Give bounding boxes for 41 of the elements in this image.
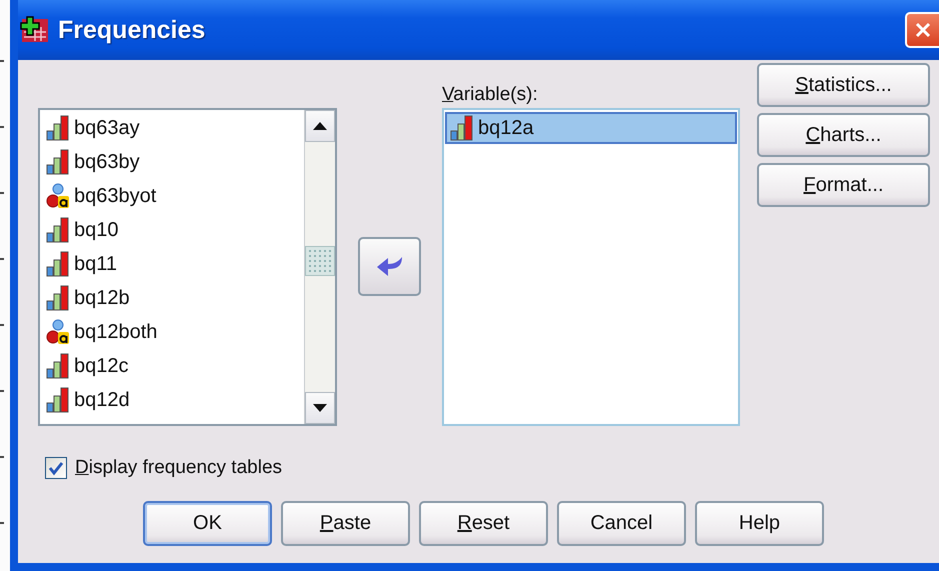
scale-variable-icon xyxy=(450,115,474,141)
scrollbar[interactable] xyxy=(304,110,335,424)
move-variable-button[interactable] xyxy=(358,237,421,296)
close-icon xyxy=(914,21,932,39)
variable-item[interactable]: bq12b xyxy=(41,282,303,314)
dialog-button[interactable]: Paste xyxy=(281,501,410,546)
scroll-up-icon[interactable] xyxy=(305,110,335,142)
scroll-down-icon[interactable] xyxy=(305,392,335,424)
scale-variable-icon xyxy=(46,251,70,277)
variable-item[interactable]: bq63ay xyxy=(41,112,303,144)
dialog-button[interactable]: Statistics... xyxy=(757,63,930,107)
variables-label: Variable(s): xyxy=(442,84,539,107)
scale-variable-icon xyxy=(46,149,70,175)
window-title: Frequencies xyxy=(58,16,206,44)
curved-arrow-icon xyxy=(376,254,404,278)
variable-item[interactable]: bq11 xyxy=(41,248,303,280)
dialog-button[interactable]: Cancel xyxy=(557,501,686,546)
scale-variable-icon xyxy=(46,353,70,379)
checkbox-label[interactable]: Display frequency tables xyxy=(75,457,282,479)
dialog-button[interactable]: Reset xyxy=(419,501,548,546)
variable-item[interactable]: bq63byot xyxy=(41,180,303,212)
dialog-button[interactable]: OK xyxy=(143,501,272,546)
variable-item[interactable]: bq12both xyxy=(41,316,303,348)
scale-variable-icon xyxy=(46,387,70,413)
scale-variable-icon xyxy=(46,217,70,243)
dialog-button[interactable]: Format... xyxy=(757,163,930,207)
close-button[interactable] xyxy=(905,12,939,48)
variable-item[interactable]: bq10 xyxy=(41,214,303,246)
dialog-button[interactable]: Help xyxy=(695,501,824,546)
variable-item[interactable]: bq63by xyxy=(41,146,303,178)
app-icon xyxy=(20,16,50,44)
scroll-thumb[interactable] xyxy=(305,246,335,276)
variable-item[interactable]: bq12d xyxy=(41,384,303,416)
dialog-button[interactable]: Charts... xyxy=(757,113,930,157)
checkbox[interactable] xyxy=(45,457,67,479)
variable-item[interactable]: bq12c xyxy=(41,350,303,382)
scale-variable-icon xyxy=(46,115,70,141)
scale-variable-icon xyxy=(46,285,70,311)
nominal-variable-icon xyxy=(46,319,70,345)
nominal-variable-icon xyxy=(46,183,70,209)
variable-item[interactable]: bq12a xyxy=(445,112,737,144)
